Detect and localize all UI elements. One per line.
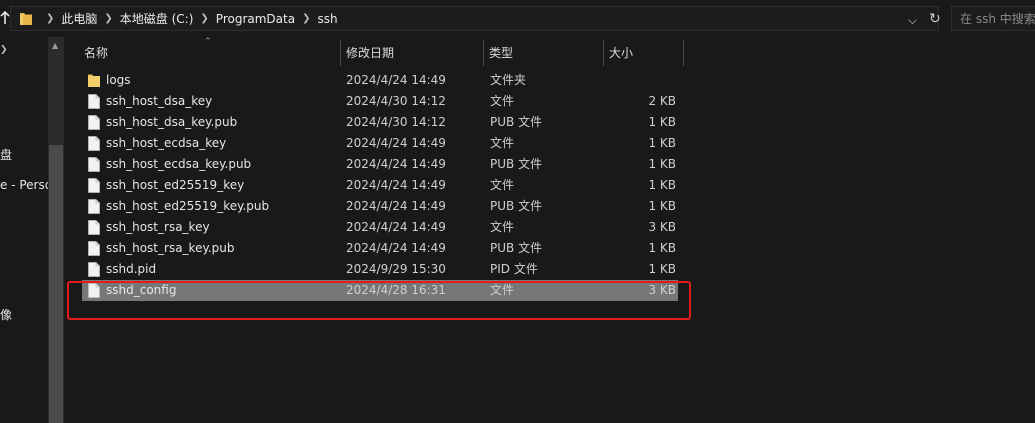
file-size: 1 KB: [648, 157, 676, 171]
nav-item-pictures[interactable]: 像: [0, 306, 12, 323]
file-size: 1 KB: [648, 199, 676, 213]
file-type: 文件夹: [490, 73, 527, 87]
navigation-pane: ❯ 盘 e - Perso 像: [0, 37, 48, 423]
scroll-up-icon[interactable]: ▲: [52, 41, 58, 50]
chevron-right-icon[interactable]: ❯: [193, 13, 215, 24]
file-name[interactable]: ssh_host_ecdsa_key: [106, 133, 226, 154]
file-name[interactable]: ssh_host_rsa_key.pub: [106, 238, 235, 259]
file-modified-date: 2024/4/24 14:49: [346, 199, 446, 213]
table-row[interactable]: ssh_host_rsa_key.pub 2024/4/24 14:49 PUB 文…: [64, 238, 1035, 259]
file-name[interactable]: ssh_host_ed25519_key: [106, 175, 244, 196]
file-size: 1 KB: [648, 115, 676, 129]
up-arrow-icon[interactable]: [0, 10, 10, 26]
file-name[interactable]: ssh_host_ed25519_key.pub: [106, 196, 269, 217]
file-modified-date: 2024/4/24 14:49: [346, 157, 446, 171]
file-icon: [88, 199, 100, 214]
file-modified-date: 2024/4/30 14:12: [346, 115, 446, 129]
chevron-right-icon[interactable]: ❯: [39, 13, 61, 24]
search-box[interactable]: [951, 6, 1035, 31]
table-row[interactable]: ssh_host_rsa_key 2024/4/24 14:49 文件 3 KB: [64, 217, 1035, 238]
navigation-scrollbar[interactable]: ▲: [48, 37, 64, 423]
file-modified-date: 2024/4/30 14:12: [346, 94, 446, 108]
table-row[interactable]: sshd.pid 2024/9/29 15:30 PID 文件 1 KB: [64, 259, 1035, 280]
file-size: 1 KB: [648, 178, 676, 192]
chevron-right-icon[interactable]: ❯: [97, 13, 119, 24]
file-size: 1 KB: [648, 262, 676, 276]
scrollbar-thumb[interactable]: [49, 145, 63, 423]
breadcrumb-item-this-pc[interactable]: 此电脑: [61, 10, 97, 27]
file-type: PUB 文件: [490, 157, 543, 171]
breadcrumb-item-ssh[interactable]: ssh: [317, 12, 337, 26]
expand-arrow-icon[interactable]: ❯: [0, 45, 8, 55]
file-type: 文件: [490, 94, 515, 108]
table-row[interactable]: ssh_host_ecdsa_key.pub 2024/4/24 14:49 PUB…: [64, 154, 1035, 175]
file-icon: [88, 94, 100, 109]
chevron-right-icon[interactable]: ❯: [295, 13, 317, 24]
file-modified-date: 2024/9/29 15:30: [346, 262, 446, 276]
file-rows: logs 2024/4/24 14:49 文件夹 ssh_host_dsa_key 20…: [64, 70, 1035, 301]
file-icon: [88, 136, 100, 151]
table-row[interactable]: ssh_host_ed25519_key.pub 2024/4/24 14:49 P…: [64, 196, 1035, 217]
file-icon: [88, 241, 100, 256]
file-name[interactable]: ssh_host_rsa_key: [106, 217, 210, 238]
table-row[interactable]: ssh_host_ed25519_key 2024/4/24 14:49 文件 1 K…: [64, 175, 1035, 196]
address-bar-row: ❯ 此电脑 ❯ 本地磁盘 (C:) ❯ ProgramData ❯ ssh ⌵ …: [0, 0, 1035, 37]
breadcrumb-item-local-disk[interactable]: 本地磁盘 (C:): [120, 10, 194, 27]
file-size: [616, 70, 676, 91]
column-header-date[interactable]: 修改日期: [340, 41, 483, 66]
nav-item-drive[interactable]: 盘: [0, 146, 12, 163]
table-row[interactable]: ssh_host_dsa_key 2024/4/30 14:12 文件 2 KB: [64, 91, 1035, 112]
breadcrumb-item-programdata[interactable]: ProgramData: [216, 12, 295, 26]
file-name[interactable]: ssh_host_dsa_key: [106, 91, 212, 112]
file-type: PID 文件: [490, 262, 538, 276]
folder-icon: [20, 13, 32, 25]
address-bar[interactable]: ❯ 此电脑 ❯ 本地磁盘 (C:) ❯ ProgramData ❯ ssh ⌵ …: [10, 6, 941, 31]
file-list: ⌃ 名称 修改日期 类型 大小 logs 2024/4/24 14:49 文件夹 ss…: [64, 37, 1035, 423]
breadcrumb: ❯ 此电脑 ❯ 本地磁盘 (C:) ❯ ProgramData ❯ ssh: [39, 7, 338, 30]
column-header-size[interactable]: 大小: [603, 41, 683, 66]
file-icon: [88, 262, 100, 277]
file-explorer-window: ❯ 此电脑 ❯ 本地磁盘 (C:) ❯ ProgramData ❯ ssh ⌵ …: [0, 0, 1035, 423]
file-size: 1 KB: [648, 136, 676, 150]
column-header-type[interactable]: 类型: [483, 41, 603, 66]
file-icon: [88, 220, 100, 235]
search-input[interactable]: [952, 7, 1035, 30]
table-row[interactable]: ssh_host_ecdsa_key 2024/4/24 14:49 文件 1 KB: [64, 133, 1035, 154]
column-divider[interactable]: [683, 40, 684, 66]
chevron-down-icon[interactable]: ⌵: [908, 13, 917, 28]
table-row[interactable]: ssh_host_dsa_key.pub 2024/4/30 14:12 PUB 文…: [64, 112, 1035, 133]
file-size: 1 KB: [648, 241, 676, 255]
refresh-icon[interactable]: ↻: [929, 11, 941, 27]
table-row[interactable]: logs 2024/4/24 14:49 文件夹: [64, 70, 1035, 91]
file-modified-date: 2024/4/24 14:49: [346, 178, 446, 192]
file-name[interactable]: ssh_host_ecdsa_key.pub: [106, 154, 251, 175]
file-type: 文件: [490, 220, 515, 234]
file-modified-date: 2024/4/24 14:49: [346, 220, 446, 234]
file-name[interactable]: sshd.pid: [106, 259, 156, 280]
file-type: PUB 文件: [490, 115, 543, 129]
file-modified-date: 2024/4/24 14:49: [346, 241, 446, 255]
file-icon: [88, 157, 100, 172]
file-modified-date: 2024/4/24 14:49: [346, 136, 446, 150]
file-type: 文件: [490, 178, 515, 192]
column-header-name[interactable]: 名称: [78, 41, 340, 66]
file-name[interactable]: ssh_host_dsa_key.pub: [106, 112, 237, 133]
file-size: 3 KB: [648, 220, 676, 234]
file-type: PUB 文件: [490, 241, 543, 255]
file-icon: [88, 115, 100, 130]
file-icon: [88, 178, 100, 193]
highlight-annotation: [67, 281, 691, 320]
file-type: 文件: [490, 136, 515, 150]
file-name[interactable]: logs: [106, 70, 131, 91]
file-size: 2 KB: [648, 94, 676, 108]
file-modified-date: 2024/4/24 14:49: [346, 73, 446, 87]
folder-icon: [88, 74, 100, 87]
nav-item-onedrive-personal[interactable]: e - Perso: [0, 178, 48, 192]
file-type: PUB 文件: [490, 199, 543, 213]
